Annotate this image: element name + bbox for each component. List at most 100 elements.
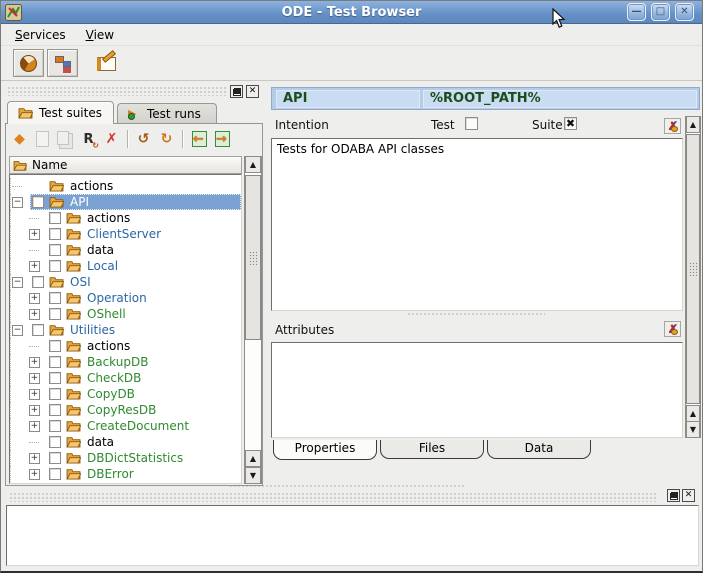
tree-checkbox[interactable]: [49, 228, 61, 240]
tree-row[interactable]: +ClientServer: [10, 226, 241, 242]
left-dock-handle[interactable]: [7, 86, 227, 96]
scroll-down-button[interactable]: [686, 421, 700, 438]
tree-checkbox[interactable]: [32, 196, 44, 208]
suite-checkbox[interactable]: ✖: [564, 117, 577, 130]
undo-icon[interactable]: ↺: [133, 129, 154, 149]
hierarchy-view-button[interactable]: [47, 49, 78, 77]
tree-row[interactable]: +CreateDocument: [10, 418, 241, 434]
tree-row[interactable]: +DBDictStatistics: [10, 450, 241, 466]
expander-plus-icon[interactable]: +: [29, 357, 40, 368]
tree-row[interactable]: actions: [10, 210, 241, 226]
tree-checkbox[interactable]: [49, 436, 61, 448]
scroll-up-button[interactable]: [686, 405, 700, 422]
clear-intention-button[interactable]: ✗: [664, 118, 681, 134]
tree-row[interactable]: +Local: [10, 258, 241, 274]
tree-row[interactable]: +Operation: [10, 290, 241, 306]
scroll-up-button[interactable]: [245, 156, 261, 173]
right-panel-splitter[interactable]: [407, 312, 545, 317]
expander-minus-icon[interactable]: −: [12, 277, 23, 288]
expander-plus-icon[interactable]: +: [29, 293, 40, 304]
tree-row[interactable]: +OShell: [10, 306, 241, 322]
tree-checkbox[interactable]: [49, 292, 61, 304]
tree-checkbox[interactable]: [49, 340, 61, 352]
export-icon[interactable]: →: [211, 129, 232, 149]
close-button[interactable]: ✕: [675, 3, 694, 21]
tree-checkbox[interactable]: [49, 260, 61, 272]
tree-checkbox[interactable]: [49, 420, 61, 432]
tree-row[interactable]: actions: [10, 338, 241, 354]
tree-checkbox[interactable]: [49, 308, 61, 320]
expander-plus-icon[interactable]: +: [29, 389, 40, 400]
expander-plus-icon[interactable]: +: [29, 469, 40, 480]
tab-test-suites[interactable]: Test suites: [7, 101, 114, 124]
scrollbar-thumb[interactable]: [686, 134, 700, 404]
delete-icon[interactable]: ✗: [101, 129, 122, 149]
clear-attributes-button[interactable]: ✗: [664, 321, 681, 337]
tree-row[interactable]: actions: [10, 178, 241, 194]
scroll-up-button[interactable]: [686, 116, 700, 133]
output-console[interactable]: [6, 505, 699, 566]
tree-checkbox[interactable]: [49, 356, 61, 368]
right-panel-scrollbar[interactable]: [685, 116, 701, 438]
tree-checkbox[interactable]: [49, 404, 61, 416]
bottom-dock-close-button[interactable]: [682, 489, 695, 502]
tree-row[interactable]: data: [10, 434, 241, 450]
tree-checkbox[interactable]: [49, 212, 61, 224]
root-path-field[interactable]: %ROOT_PATH%: [423, 90, 697, 108]
left-dock-float-button[interactable]: [230, 85, 243, 98]
expander-plus-icon[interactable]: +: [29, 453, 40, 464]
tree-checkbox[interactable]: [49, 468, 61, 480]
import-icon[interactable]: ←: [188, 129, 209, 149]
rename-icon[interactable]: R: [78, 129, 99, 149]
tree-row[interactable]: −Utilities: [10, 322, 241, 338]
tree-checkbox[interactable]: [49, 452, 61, 464]
tab-files[interactable]: Files: [380, 440, 484, 459]
tree-row[interactable]: −API: [10, 194, 241, 210]
tree-row[interactable]: +BackupDB: [10, 354, 241, 370]
tab-test-runs[interactable]: ▶ Test runs: [117, 103, 217, 123]
expander-plus-icon[interactable]: +: [29, 229, 40, 240]
left-dock-close-button[interactable]: [246, 85, 259, 98]
tree-row[interactable]: +CheckDB: [10, 370, 241, 386]
scroll-up-button[interactable]: [245, 450, 261, 467]
new-entry-icon[interactable]: ◆: [9, 129, 30, 149]
bottom-splitter[interactable]: [229, 484, 465, 489]
tree-row[interactable]: +CopyResDB: [10, 402, 241, 418]
browser-view-button[interactable]: [13, 49, 44, 77]
tab-data[interactable]: Data: [487, 440, 591, 459]
scrollbar-thumb[interactable]: [245, 175, 261, 340]
attributes-textarea[interactable]: [271, 342, 683, 438]
minimize-button[interactable]: —: [627, 3, 646, 21]
expander-plus-icon[interactable]: +: [29, 261, 40, 272]
tree-scrollbar[interactable]: [244, 156, 262, 484]
tree-column-header[interactable]: Name: [9, 156, 242, 174]
scroll-down-button[interactable]: [245, 467, 261, 484]
copy-icon[interactable]: [55, 129, 76, 149]
intention-textarea[interactable]: Tests for ODABA API classes: [271, 138, 683, 311]
tree-checkbox[interactable]: [49, 372, 61, 384]
tree-row[interactable]: −OSI: [10, 274, 241, 290]
refresh-icon[interactable]: ↻: [156, 129, 177, 149]
maximize-button[interactable]: □: [651, 3, 670, 21]
tree-checkbox[interactable]: [49, 388, 61, 400]
menu-view[interactable]: View: [76, 26, 124, 44]
suite-name-field[interactable]: API: [276, 90, 420, 108]
tree-checkbox[interactable]: [32, 324, 44, 336]
expander-plus-icon[interactable]: +: [29, 309, 40, 320]
tree-row[interactable]: data: [10, 242, 241, 258]
menu-services[interactable]: Services: [5, 26, 76, 44]
tree-row[interactable]: +CopyDB: [10, 386, 241, 402]
test-checkbox[interactable]: [465, 117, 478, 130]
expander-minus-icon[interactable]: −: [12, 197, 23, 208]
tab-properties[interactable]: Properties: [273, 440, 377, 460]
bottom-dock-float-button[interactable]: [667, 489, 680, 502]
expander-plus-icon[interactable]: +: [29, 405, 40, 416]
tree-row[interactable]: +DBError: [10, 466, 241, 482]
tree-checkbox[interactable]: [49, 244, 61, 256]
new-document-icon[interactable]: [32, 129, 53, 149]
edit-document-button[interactable]: [89, 49, 120, 77]
expander-plus-icon[interactable]: +: [29, 421, 40, 432]
expander-minus-icon[interactable]: −: [12, 325, 23, 336]
tree-checkbox[interactable]: [32, 276, 44, 288]
expander-plus-icon[interactable]: +: [29, 373, 40, 384]
